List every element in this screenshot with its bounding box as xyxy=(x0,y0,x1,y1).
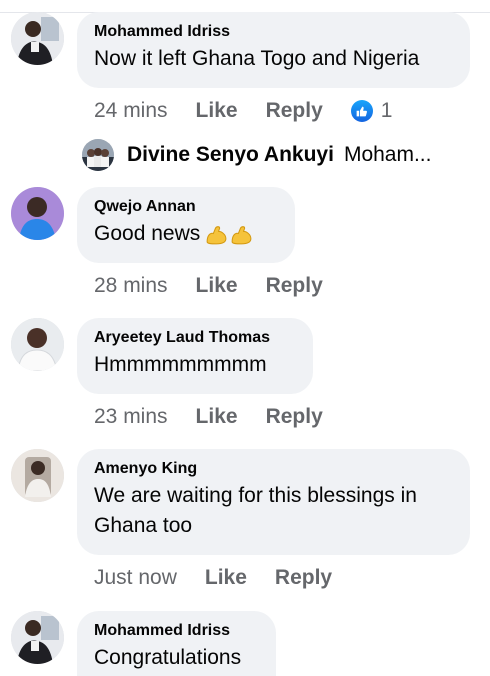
comment-meta: 23 mins Like Reply xyxy=(94,404,351,430)
thumbs-up-icon xyxy=(350,100,373,122)
comment-author[interactable]: Mohammed Idriss xyxy=(94,22,452,42)
reaction-count: 1 xyxy=(380,99,393,122)
reaction-summary[interactable]: 1 xyxy=(350,98,393,124)
like-button[interactable]: Like xyxy=(196,404,238,430)
comment-author[interactable]: Mohammed Idriss xyxy=(94,621,258,641)
comment-bubble: Mohammed Idriss Congratulations xyxy=(77,611,276,676)
comment-text: Hmmmmmmmmm xyxy=(94,353,267,376)
flexed-biceps-icon xyxy=(229,222,254,247)
like-button[interactable]: Like xyxy=(205,565,247,591)
avatar[interactable] xyxy=(82,139,114,171)
reply-button[interactable]: Reply xyxy=(266,273,323,299)
reply-snippet[interactable]: Moham... xyxy=(344,143,432,167)
comment-author[interactable]: Amenyo King xyxy=(94,459,452,479)
comment-bubble: Mohammed Idriss Now it left Ghana Togo a… xyxy=(77,12,470,88)
avatar[interactable] xyxy=(11,318,64,371)
avatar[interactable] xyxy=(11,449,64,502)
comment-meta: 24 mins Like Reply 1 xyxy=(94,98,392,124)
comment-text: We are waiting for this blessings in Gha… xyxy=(94,481,452,541)
comment-text: Good news xyxy=(94,219,277,249)
comment-time[interactable]: 23 mins xyxy=(94,404,168,430)
comment-meta: Just now Like Reply xyxy=(94,565,360,591)
comment-text: Now it left Ghana Togo and Nigeria xyxy=(94,47,420,70)
comment-time[interactable]: 28 mins xyxy=(94,273,168,299)
comment-text-line: Ghana too xyxy=(94,514,193,537)
reply-button[interactable]: Reply xyxy=(266,404,323,430)
reply-preview[interactable]: Divine Senyo Ankuyi Moham... xyxy=(82,139,431,171)
avatar[interactable] xyxy=(11,12,64,65)
comment-meta: 28 mins Like Reply xyxy=(94,273,351,299)
flexed-biceps-icon xyxy=(204,222,229,247)
comment-author[interactable]: Qwejo Annan xyxy=(94,197,277,217)
comment-time[interactable]: Just now xyxy=(94,565,177,591)
reply-button[interactable]: Reply xyxy=(275,565,332,591)
like-button[interactable]: Like xyxy=(196,273,238,299)
reply-author[interactable]: Divine Senyo Ankuyi xyxy=(127,143,334,167)
comment-bubble: Amenyo King We are waiting for this bles… xyxy=(77,449,470,555)
comment-bubble: Aryeetey Laud Thomas Hmmmmmmmmm xyxy=(77,318,313,394)
avatar[interactable] xyxy=(11,611,64,664)
comment-bubble: Qwejo Annan Good news xyxy=(77,187,295,263)
avatar[interactable] xyxy=(11,187,64,240)
comment-text-value: Good news xyxy=(94,222,201,245)
comment-text: Congratulations xyxy=(94,646,242,669)
reply-button[interactable]: Reply xyxy=(266,98,323,124)
comment-text-line: We are waiting for this blessings in xyxy=(94,484,417,507)
comment-time[interactable]: 24 mins xyxy=(94,98,168,124)
comment-author[interactable]: Aryeetey Laud Thomas xyxy=(94,328,295,348)
like-button[interactable]: Like xyxy=(196,98,238,124)
